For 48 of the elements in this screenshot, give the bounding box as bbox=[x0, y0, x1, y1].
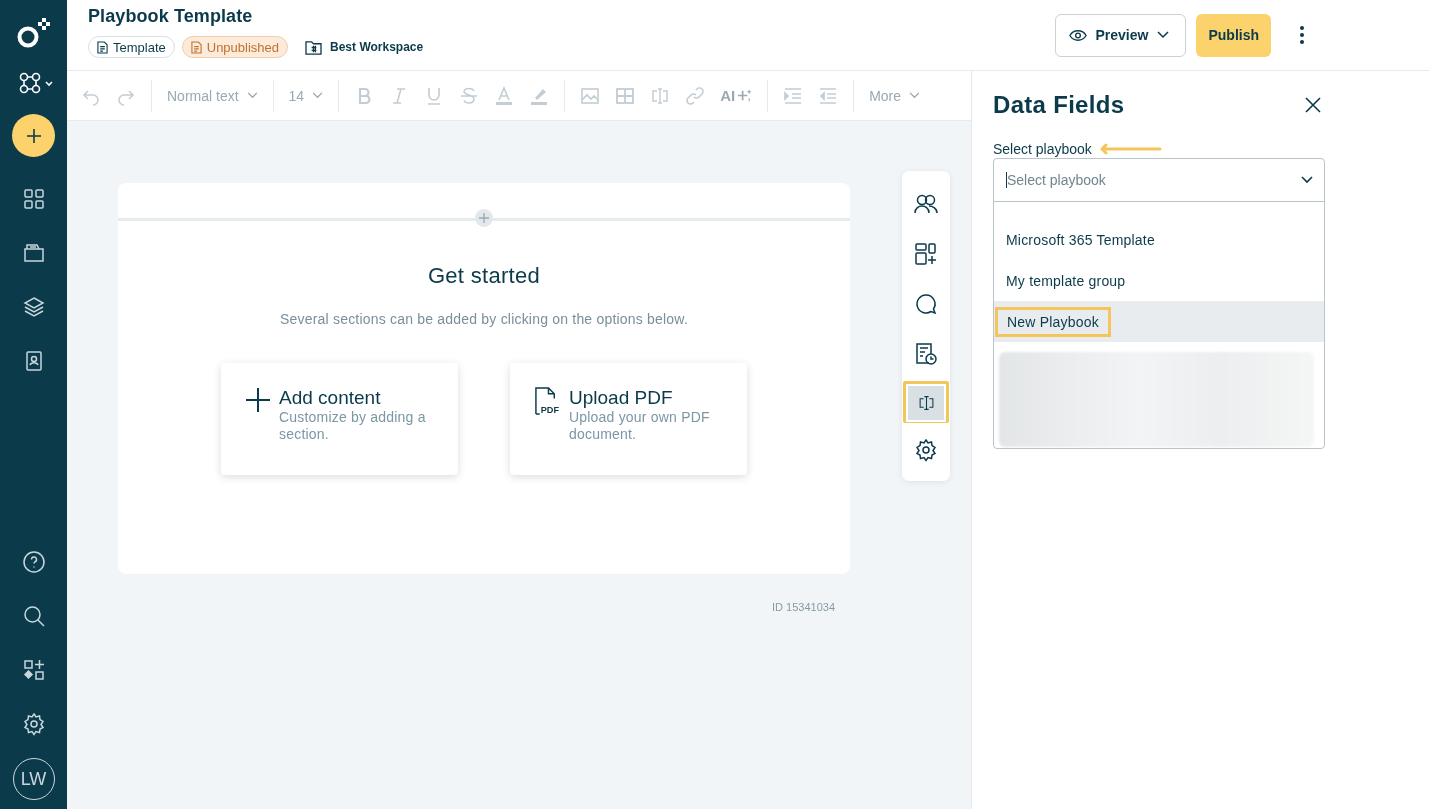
people-icon bbox=[914, 192, 938, 216]
preview-button[interactable]: Preview bbox=[1054, 13, 1187, 57]
field-label: Select playbook bbox=[993, 141, 1092, 157]
card-description: Upload your own PDF document. bbox=[569, 409, 711, 443]
layers-icon[interactable] bbox=[21, 295, 46, 319]
add-button[interactable] bbox=[12, 114, 55, 157]
caret-icon bbox=[909, 92, 921, 99]
caret-icon bbox=[1301, 176, 1313, 184]
workspace-icon bbox=[305, 39, 323, 55]
grid-icon[interactable] bbox=[21, 187, 46, 211]
caret-icon bbox=[246, 92, 258, 99]
annotation-arrow bbox=[1099, 143, 1162, 155]
workspace-switcher-icon[interactable] bbox=[18, 72, 55, 94]
help-icon[interactable] bbox=[21, 550, 46, 574]
caret-icon bbox=[1157, 31, 1170, 39]
sparkle-icon bbox=[737, 88, 753, 103]
apps-icon[interactable] bbox=[21, 658, 46, 682]
plus-icon bbox=[245, 387, 271, 413]
settings-icon bbox=[914, 438, 938, 462]
panel-title: Data Fields bbox=[993, 91, 1125, 119]
more-options-icon[interactable] bbox=[1299, 25, 1305, 45]
section-heading: Get started bbox=[427, 263, 541, 289]
add-content-card[interactable]: Add content Customize by adding a section. bbox=[221, 363, 458, 475]
card-description: Customize by adding a section. bbox=[279, 409, 427, 443]
caret-icon bbox=[312, 92, 324, 99]
section-description: Several sections can be added by clicking on the options below. bbox=[280, 311, 688, 327]
close-icon[interactable] bbox=[1305, 97, 1321, 113]
document-title: Playbook Template bbox=[88, 6, 254, 27]
upload-pdf-card[interactable]: PDF Upload PDF Upload your own PDF document. bbox=[510, 363, 747, 475]
document-id: ID 15341034 bbox=[771, 601, 835, 613]
publish-button[interactable]: Publish bbox=[1196, 13, 1271, 57]
eye-icon bbox=[1068, 28, 1087, 42]
folder-icon[interactable] bbox=[21, 241, 46, 265]
workspace-name[interactable]: Best Workspace bbox=[330, 40, 424, 54]
add-block-icon bbox=[914, 242, 938, 266]
search-icon[interactable] bbox=[21, 604, 46, 628]
comment-icon bbox=[914, 292, 938, 316]
card-title: Upload PDF bbox=[569, 387, 674, 409]
history-icon bbox=[914, 342, 938, 366]
logo-icon[interactable] bbox=[15, 16, 52, 50]
playbook-select-field[interactable]: Select playbook bbox=[1006, 172, 1267, 188]
badge: Unpublished bbox=[181, 36, 289, 58]
dropdown-option[interactable]: My template group bbox=[994, 260, 1324, 301]
card-title: Add content bbox=[279, 387, 382, 409]
field-tool-button[interactable] bbox=[903, 381, 949, 423]
dropdown-option[interactable]: Microsoft 365 Template bbox=[994, 219, 1324, 260]
dropdown-option[interactable]: New Playbook bbox=[994, 301, 1324, 342]
settings-icon[interactable] bbox=[21, 712, 46, 736]
